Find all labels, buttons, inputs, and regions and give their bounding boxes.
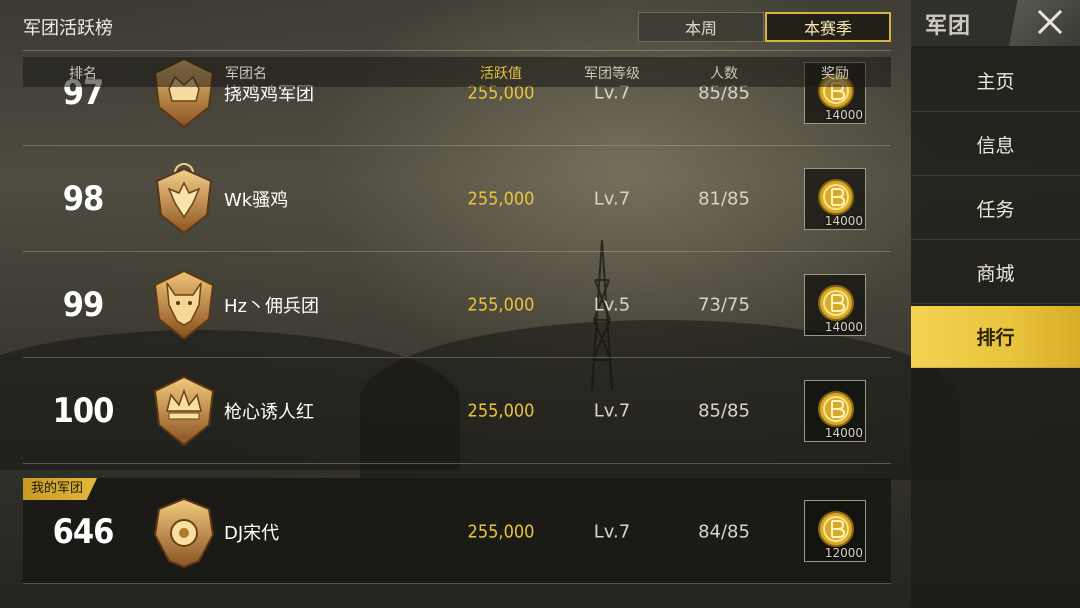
column-header-rank: 排名 — [69, 66, 97, 82]
rank-number: 646 — [52, 512, 115, 552]
guild-level: Lv.7 — [593, 521, 631, 543]
sidebar-item-info[interactable]: 信息 — [911, 114, 1080, 176]
column-header-name: 军团名 — [225, 66, 267, 82]
rank-number: 100 — [52, 390, 115, 431]
sidebar-item-tasks[interactable]: 任务 — [911, 178, 1080, 240]
member-count: 73/75 — [698, 294, 750, 315]
reward-amount: 14000 — [824, 213, 863, 228]
reward-box[interactable]: 14000 — [804, 167, 866, 230]
member-count: 85/85 — [698, 400, 750, 421]
guild-level: Lv.5 — [593, 294, 631, 315]
tab-this-week[interactable]: 本周 — [638, 12, 764, 42]
reward-box[interactable]: 12000 — [804, 500, 866, 562]
ranking-rows: 97 挠鸡鸡军团 255,000 Lv.7 85/85 14000 98 Wk骚… — [23, 57, 891, 464]
crown-emblem-icon — [153, 375, 215, 446]
close-icon — [1037, 9, 1063, 35]
eagle-emblem-icon — [155, 162, 213, 234]
reward-box[interactable]: 14000 — [804, 273, 866, 336]
guild-level: Lv.7 — [593, 400, 631, 421]
close-button[interactable] — [1009, 0, 1080, 46]
coin-icon — [818, 178, 854, 215]
guild-name: 枪心诱人红 — [224, 401, 314, 423]
reward-amount: 12000 — [824, 546, 863, 560]
coin-icon — [818, 390, 854, 427]
guild-name: Wk骚鸡 — [224, 189, 289, 211]
column-header-level: 军团等级 — [584, 66, 640, 82]
coin-icon — [818, 284, 854, 321]
reward-amount: 14000 — [824, 425, 863, 440]
rank-number: 99 — [62, 284, 105, 325]
wreath-emblem-icon — [153, 497, 215, 569]
guild-name: DJ宋代 — [224, 523, 280, 544]
reward-amount: 14000 — [824, 319, 863, 334]
activity-value: 255,000 — [467, 294, 535, 315]
sidebar-item-home[interactable]: 主页 — [911, 50, 1080, 112]
wolf-emblem-icon — [153, 269, 215, 340]
column-header-activity[interactable]: 活跃值 — [480, 63, 522, 83]
activity-value: 255,000 — [467, 188, 535, 209]
tab-this-season[interactable]: 本赛季 — [765, 12, 891, 42]
divider — [23, 50, 891, 51]
rank-number: 98 — [62, 178, 105, 219]
sidebar: 军团 主页 信息 任务 商城 排行 — [911, 0, 1080, 608]
activity-value: 255,000 — [467, 521, 535, 543]
sidebar-header: 军团 — [911, 0, 1080, 46]
member-count: 84/85 — [698, 521, 750, 543]
sidebar-item-ranking[interactable]: 排行 — [911, 306, 1080, 368]
activity-value: 255,000 — [467, 400, 535, 421]
table-row[interactable]: 99 Hz丶佣兵团 255,000 Lv.5 73/75 14000 — [23, 252, 891, 358]
reward-box[interactable]: 14000 — [804, 379, 866, 442]
table-row[interactable]: 100 枪心诱人红 255,000 Lv.7 85/85 14000 — [23, 358, 891, 464]
reward-amount: 14000 — [824, 107, 863, 122]
my-guild-row[interactable]: 我的军团 646 DJ宋代 255,000 Lv.7 84/85 12000 — [23, 478, 891, 584]
sidebar-item-shop[interactable]: 商城 — [911, 242, 1080, 304]
column-header-row: 排名 军团名 活跃值 军团等级 人数 奖励 — [23, 57, 891, 87]
column-header-reward: 奖励 — [821, 66, 849, 82]
guild-level: Lv.7 — [593, 188, 631, 209]
member-count: 81/85 — [698, 188, 750, 209]
coin-icon — [818, 511, 854, 547]
sidebar-title: 军团 — [925, 14, 972, 39]
my-guild-tag: 我的军团 — [23, 478, 98, 500]
page-title: 军团活跃榜 — [23, 18, 113, 39]
column-header-members: 人数 — [710, 66, 738, 82]
guild-name: Hz丶佣兵团 — [224, 295, 319, 317]
guild-ranking-screen: 军团活跃榜 本周 本赛季 排名 军团名 活跃值 军团等级 人数 奖励 97 挠鸡… — [0, 0, 1080, 608]
table-row[interactable]: 98 Wk骚鸡 255,000 Lv.7 81/85 14000 — [23, 146, 891, 252]
